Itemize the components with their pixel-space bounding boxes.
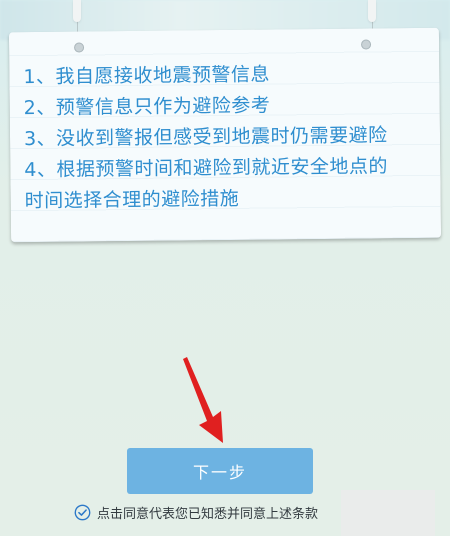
terms-list: 1、我自愿接收地震预警信息 2、预警信息只作为避险参考 3、没收到警报但感受到地…	[23, 58, 435, 217]
red-pointer-arrow-icon	[183, 357, 223, 443]
pin-icon	[361, 39, 372, 50]
card-hook-left	[73, 0, 81, 22]
consent-text: 点击同意代表您已知悉并同意上述条款	[97, 506, 319, 522]
consent-row[interactable]: 点击同意代表您已知悉并同意上述条款	[74, 501, 318, 523]
term-item-4-continued: 时间选择合理的避险措施	[24, 187, 240, 213]
term-item-4: 4、根据预警时间和避险到就近安全地点的	[24, 155, 389, 182]
term-item-1: 1、我自愿接收地震预警信息	[23, 63, 271, 89]
term-item-3: 3、没收到警报但感受到地震时仍需要避险	[23, 124, 388, 151]
watermark-overlay	[341, 490, 435, 536]
check-circle-icon[interactable]	[74, 504, 91, 521]
term-item-2: 2、预警信息只作为避险参考	[23, 94, 271, 120]
pin-icon	[74, 42, 85, 53]
next-button[interactable]: 下一步	[127, 448, 313, 494]
card-hook-right	[368, 0, 376, 22]
terms-card: 1、我自愿接收地震预警信息 2、预警信息只作为避险参考 3、没收到警报但感受到地…	[8, 27, 442, 243]
earthquake-warning-agreement-screen: 1、我自愿接收地震预警信息 2、预警信息只作为避险参考 3、没收到警报但感受到地…	[0, 0, 450, 536]
